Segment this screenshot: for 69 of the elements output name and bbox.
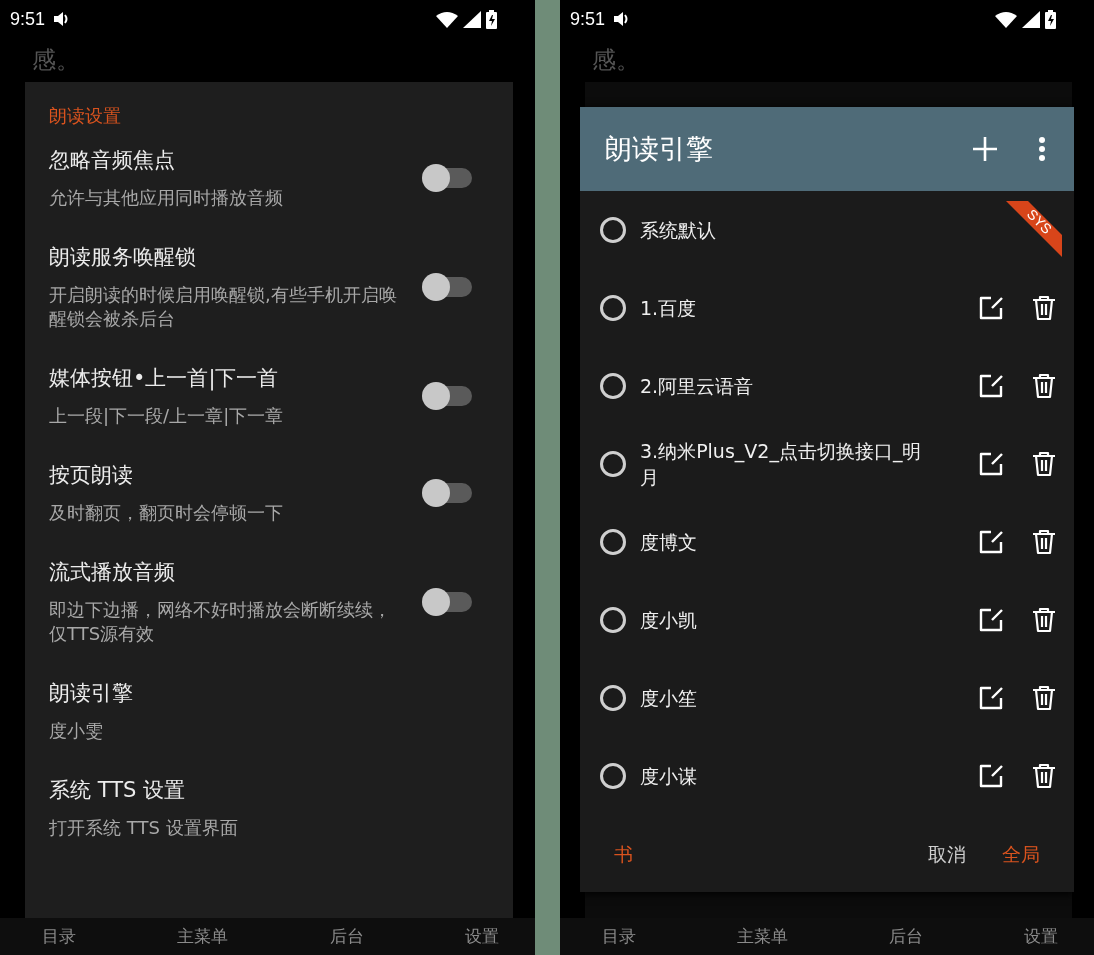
dialog-button[interactable]: 书	[608, 834, 643, 876]
radio-button[interactable]	[600, 373, 626, 399]
setting-description: 上一段|下一段/上一章|下一章	[49, 404, 285, 428]
background-text: 感。	[31, 45, 81, 76]
engine-name[interactable]: 度博文	[640, 529, 697, 555]
nav-tab[interactable]: 主菜单	[737, 925, 788, 948]
edit-icon[interactable]	[978, 295, 1004, 321]
nav-tab[interactable]: 目录	[42, 925, 76, 948]
battery-icon	[486, 9, 497, 29]
radio-button[interactable]	[600, 685, 626, 711]
clock-time: 9:51	[570, 8, 606, 30]
dialog-title: 朗读引擎	[605, 132, 713, 166]
nav-tab[interactable]: 后台	[329, 925, 364, 948]
engine-name[interactable]: 1.百度	[640, 295, 697, 321]
clock-time: 9:51	[10, 8, 46, 30]
edit-icon[interactable]	[978, 373, 1004, 399]
battery-icon	[1045, 9, 1056, 29]
engine-name[interactable]: 2.阿里云语音	[640, 373, 754, 399]
edit-icon[interactable]	[978, 529, 1004, 555]
setting-title: 媒体按钮•上一首|下一首	[49, 365, 280, 392]
radio-button[interactable]	[600, 763, 626, 789]
delete-icon[interactable]	[1032, 373, 1056, 399]
nav-tab[interactable]: 主菜单	[177, 925, 229, 948]
wifi-icon	[995, 10, 1017, 28]
engine-name[interactable]: 度小谋	[640, 763, 697, 789]
radio-button[interactable]	[600, 217, 626, 243]
signal-icon	[1022, 10, 1040, 28]
edit-icon[interactable]	[978, 607, 1004, 633]
radio-button[interactable]	[600, 607, 626, 633]
dialog-button[interactable]: 取消	[918, 834, 976, 876]
delete-icon[interactable]	[1032, 529, 1056, 555]
setting-title: 流式播放音频	[49, 559, 176, 586]
delete-icon[interactable]	[1032, 685, 1056, 711]
delete-icon[interactable]	[1032, 763, 1056, 789]
radio-button[interactable]	[600, 529, 626, 555]
nav-tab[interactable]: 设置	[1024, 925, 1058, 948]
setting-title: 朗读引擎	[49, 680, 134, 707]
nav-tab[interactable]: 目录	[602, 925, 636, 948]
engine-name[interactable]: 度小凯	[640, 607, 697, 633]
setting-title: 按页朗读	[49, 462, 134, 489]
background-text: 感。	[591, 45, 641, 76]
section-title: 朗读设置	[49, 104, 122, 128]
edit-icon[interactable]	[978, 685, 1004, 711]
delete-icon[interactable]	[1032, 607, 1056, 633]
delete-icon[interactable]	[1032, 451, 1056, 477]
edit-icon[interactable]	[978, 763, 1004, 789]
edit-icon[interactable]	[978, 451, 1004, 477]
engine-name[interactable]: 度小笙	[640, 685, 697, 711]
radio-button[interactable]	[600, 451, 626, 477]
signal-icon	[463, 10, 481, 28]
nav-tab[interactable]: 后台	[889, 925, 923, 948]
delete-icon[interactable]	[1032, 295, 1056, 321]
radio-button[interactable]	[600, 295, 626, 321]
dialog-button[interactable]: 全局	[992, 834, 1050, 876]
setting-description: 即边下边播，网络不好时播放会断断续续，仅TTS源有效	[49, 598, 392, 646]
setting-description: 开启朗读的时候启用唤醒锁,有些手机开启唤醒锁会被杀后台	[49, 283, 398, 331]
setting-description: 允许与其他应用同时播放音频	[49, 186, 284, 210]
setting-title: 忽略音频焦点	[49, 147, 176, 174]
add-icon[interactable]	[972, 136, 998, 162]
setting-title: 朗读服务唤醒锁	[49, 244, 197, 271]
nav-tab[interactable]: 设置	[465, 925, 499, 948]
setting-description: 及时翻页，翻页时会停顿一下	[49, 501, 284, 525]
more-icon[interactable]	[1038, 136, 1046, 162]
setting-description: 打开系统 TTS 设置界面	[49, 816, 239, 840]
setting-title: 系统 TTS 设置	[49, 777, 186, 804]
setting-description: 度小雯	[49, 719, 104, 743]
engine-name[interactable]: 系统默认	[640, 217, 716, 243]
engine-name[interactable]: 3.纳米Plus_V2_点击切换接口_明月	[640, 438, 940, 490]
wifi-icon	[436, 10, 458, 28]
